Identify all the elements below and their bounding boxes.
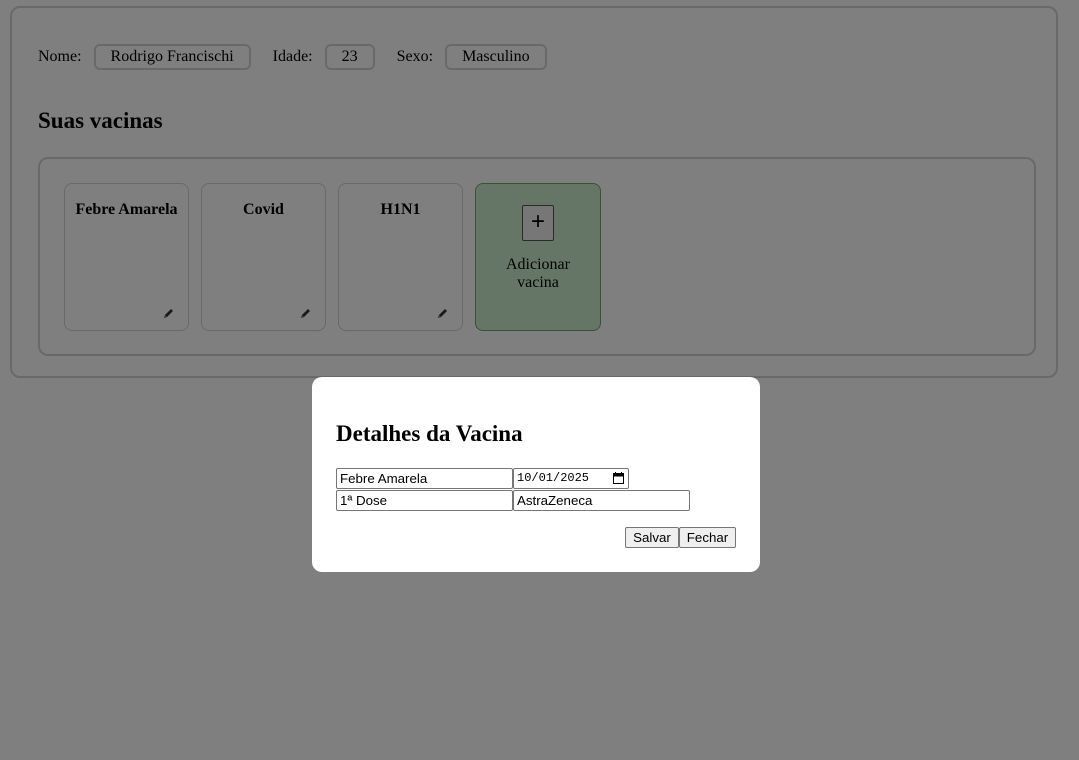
modal-title: Detalhes da Vacina	[336, 421, 523, 446]
manufacturer-input[interactable]: AstraZeneca	[513, 490, 690, 511]
vaccine-name-input[interactable]: Febre Amarela	[336, 468, 513, 489]
calendar-icon[interactable]	[613, 472, 624, 484]
page: Nome: Rodrigo Francischi Idade: 23 Sexo:…	[0, 0, 1079, 760]
vaccine-date-value: 10/01/2025	[517, 471, 590, 485]
vaccine-details-modal: Detalhes da Vacina Febre Amarela 10/01/2…	[312, 377, 760, 572]
close-button[interactable]: Fechar	[679, 527, 736, 548]
dose-input[interactable]: 1ª Dose	[336, 490, 513, 511]
save-button[interactable]: Salvar	[625, 527, 679, 548]
vaccine-date-input[interactable]: 10/01/2025	[513, 468, 629, 489]
